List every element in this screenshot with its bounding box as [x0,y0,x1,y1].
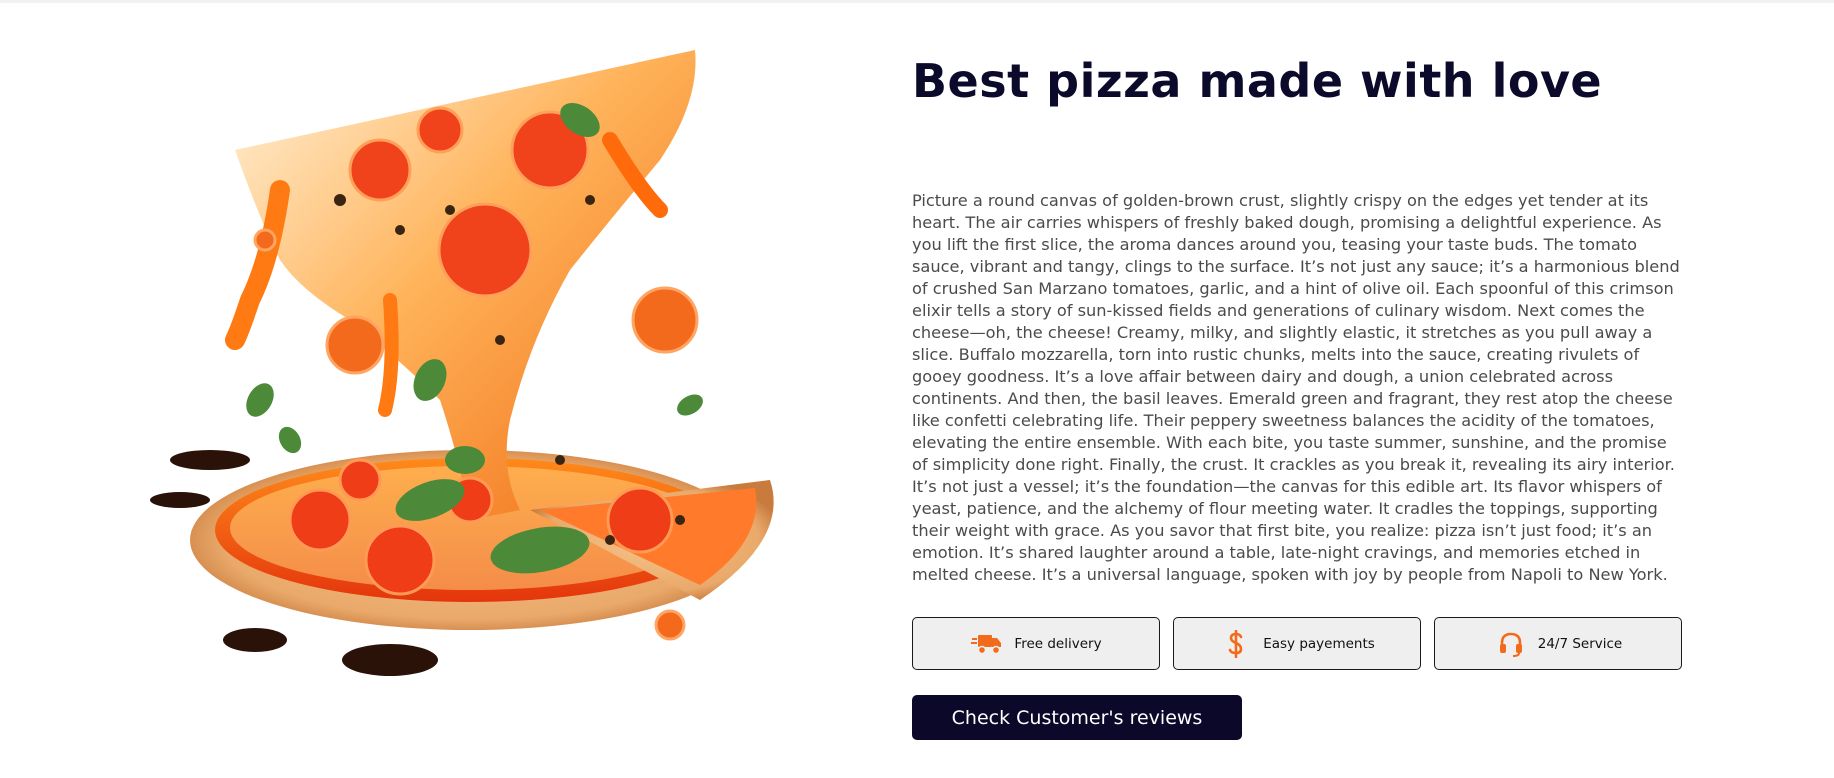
headset-icon [1494,629,1528,659]
feature-label: Free delivery [1014,635,1102,652]
delivery-truck-icon [970,629,1004,659]
feature-service[interactable]: 24/7 Service [1434,617,1682,670]
check-reviews-button[interactable]: Check Customer's reviews [912,695,1242,740]
features-row: Free delivery Easy payements 24/7 Servic… [912,617,1682,670]
feature-label: 24/7 Service [1537,635,1623,652]
pizza-description: Picture a round canvas of golden-brown c… [912,191,1680,584]
pizza-hero-image [140,40,860,690]
feature-free-delivery[interactable]: Free delivery [912,617,1160,670]
feature-label: Easy payements [1263,635,1375,652]
hero-content: Best pizza made with love Picture a roun… [912,50,1682,740]
dollar-icon [1219,629,1253,659]
feature-easy-payments[interactable]: Easy payements [1173,617,1421,670]
page-title: Best pizza made with love [912,54,1603,108]
top-border [0,0,1834,3]
